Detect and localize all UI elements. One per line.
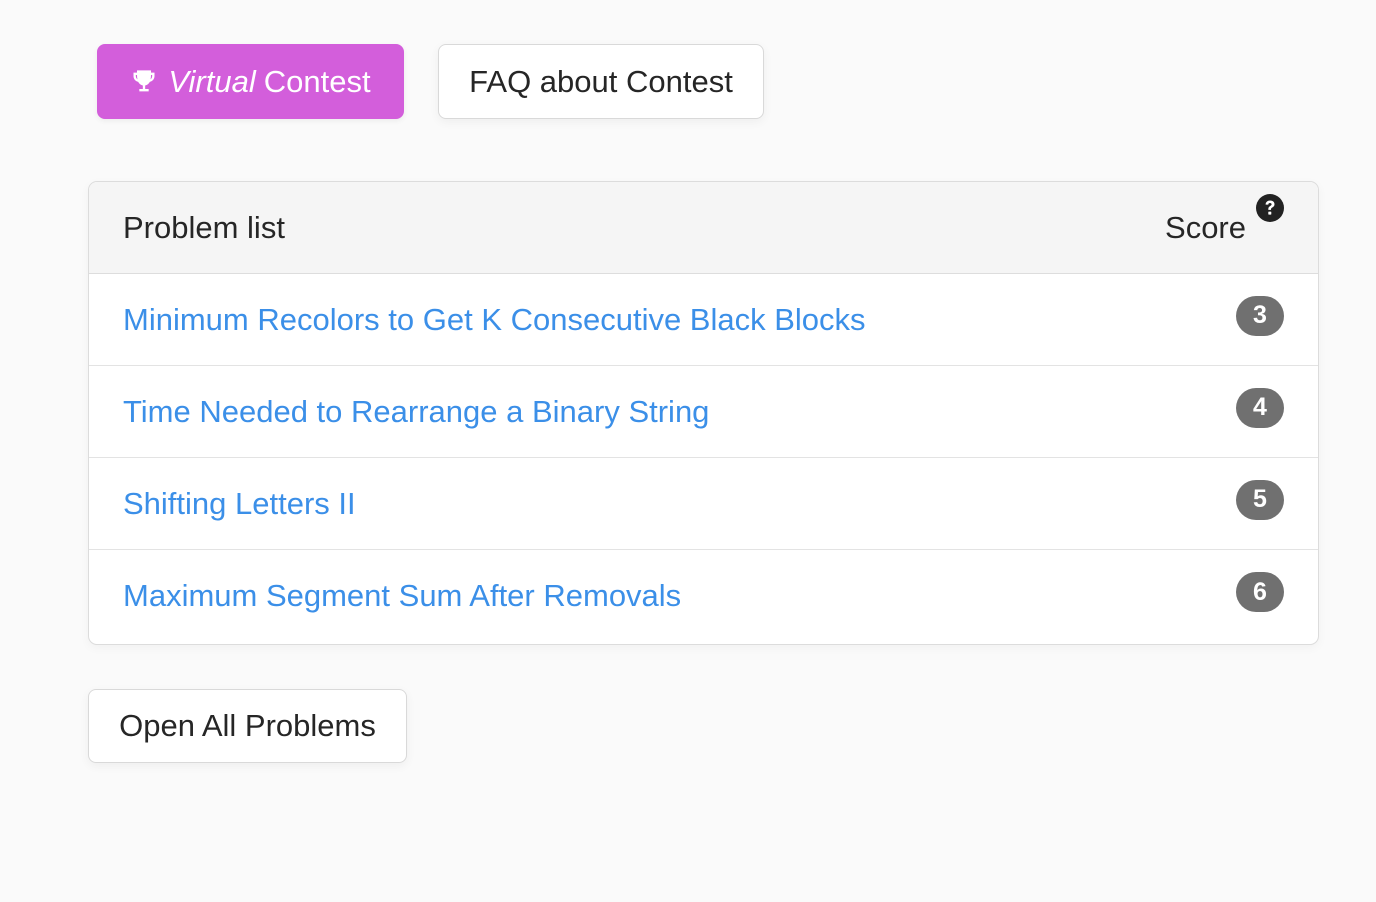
faq-contest-button[interactable]: FAQ about Contest [438,44,764,119]
problem-link[interactable]: Maximum Segment Sum After Removals [123,578,681,614]
problem-row: Maximum Segment Sum After Removals 6 [89,550,1318,642]
problem-list-title: Problem list [123,209,285,245]
problem-link[interactable]: Shifting Letters II [123,486,356,522]
page: Virtual Contest FAQ about Contest Proble… [0,0,1376,902]
problem-link[interactable]: Minimum Recolors to Get K Consecutive Bl… [123,302,866,338]
score-badge: 5 [1236,479,1284,520]
question-circle-icon[interactable] [1256,193,1284,222]
score-badge: 6 [1236,572,1284,612]
contest-label: Contest [263,63,371,99]
open-all-problems-button[interactable]: Open All Problems [88,689,407,763]
virtual-label: Virtual [168,63,256,99]
problem-row: Shifting Letters II 5 [89,458,1318,550]
problem-list-panel: Problem list Score Minimum Recolors to G… [88,181,1319,645]
score-label: Score [1165,209,1246,245]
problem-list-header: Problem list Score [89,182,1318,274]
virtual-contest-button[interactable]: Virtual Contest [97,44,404,119]
score-badge: 3 [1236,295,1284,336]
trophy-icon [130,68,158,96]
problem-link[interactable]: Time Needed to Rearrange a Binary String [123,394,709,430]
problem-row: Time Needed to Rearrange a Binary String… [89,366,1318,458]
problem-row: Minimum Recolors to Get K Consecutive Bl… [89,274,1318,366]
score-badge: 4 [1236,387,1284,428]
score-header: Score [1165,193,1284,246]
